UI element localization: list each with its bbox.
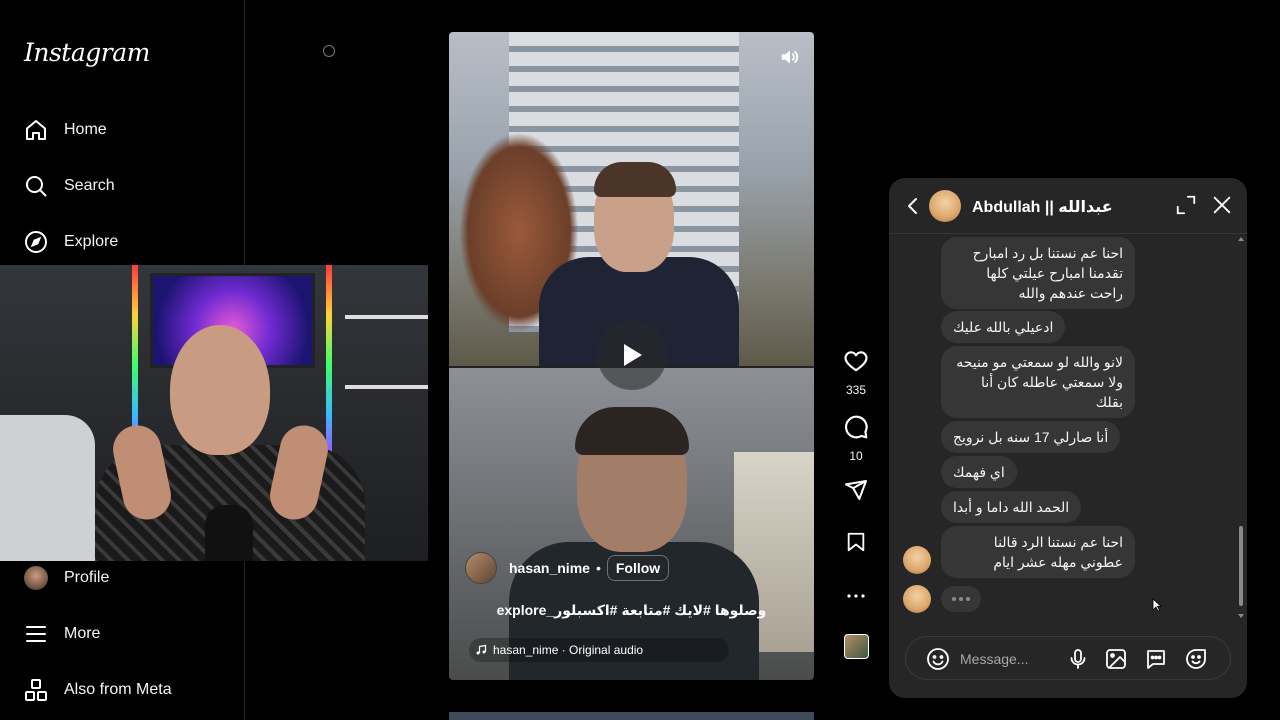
search-icon xyxy=(24,174,48,198)
chat-scrollbar[interactable] xyxy=(1238,236,1244,619)
webcam-overlay xyxy=(0,265,428,561)
scroll-up-icon[interactable] xyxy=(1238,236,1244,242)
sidebar-item-label: Home xyxy=(64,121,107,138)
like-button[interactable]: 335 xyxy=(838,348,874,397)
author-avatar[interactable] xyxy=(465,552,497,584)
comment-count: 10 xyxy=(849,449,863,463)
audio-label: hasan_nime · Original audio xyxy=(493,643,644,657)
typing-indicator xyxy=(941,586,981,612)
send-icon xyxy=(845,480,867,500)
message-list[interactable]: احنا عم نستنا بل رد امبارح تقدمنا امبارح… xyxy=(889,234,1247,619)
chat-bubble-icon xyxy=(1147,650,1165,669)
compass-icon xyxy=(24,230,48,254)
close-icon xyxy=(1213,196,1231,214)
sidebar-item-also-from-meta[interactable]: Also from Meta xyxy=(24,674,172,706)
author-username[interactable]: hasan_nime xyxy=(509,560,590,576)
message-bubble[interactable]: ادعيلي بالله عليك xyxy=(941,311,1066,343)
avatar xyxy=(24,566,48,590)
sidebar-item-search[interactable]: Search xyxy=(24,170,115,202)
message-bubble[interactable]: أنا صارلي 17 سنه بل نرويج xyxy=(941,421,1121,453)
home-icon xyxy=(24,118,48,142)
message-options-button[interactable] xyxy=(1144,647,1168,671)
follow-button[interactable]: Follow xyxy=(606,555,670,581)
message-bubble[interactable]: لانو والله لو سمعتي مو منيحه ولا سمعتي ع… xyxy=(941,346,1135,418)
message-bubble[interactable]: احنا عم نستنا بل رد امبارح تقدمنا امبارح… xyxy=(941,237,1135,309)
chevron-left-icon xyxy=(908,198,917,214)
sticker-icon xyxy=(1186,649,1206,669)
microphone-icon xyxy=(1070,649,1086,669)
share-button[interactable] xyxy=(838,478,874,507)
sidebar-item-label: More xyxy=(64,625,101,642)
bookmark-icon xyxy=(847,532,865,552)
chat-avatar[interactable] xyxy=(929,190,961,222)
emoji-icon xyxy=(927,648,949,670)
message-bubble[interactable]: اي فهمك xyxy=(941,456,1017,488)
music-note-icon xyxy=(476,644,487,655)
menu-icon xyxy=(24,622,48,646)
mouse-cursor-icon xyxy=(1152,598,1162,612)
play-button[interactable] xyxy=(597,320,667,390)
save-button[interactable] xyxy=(838,530,874,559)
chat-title[interactable]: Abdullah || عبدالله xyxy=(972,197,1113,217)
sidebar-item-label: Profile xyxy=(64,569,110,586)
emoji-button[interactable] xyxy=(926,647,950,671)
reel-caption[interactable]: وصلوها #لايك #متابعة #اكسبلور_explore xyxy=(449,602,814,619)
audio-thumbnail[interactable] xyxy=(844,634,869,659)
message-input[interactable] xyxy=(960,648,1070,670)
sidebar-item-label: Also from Meta xyxy=(64,681,172,698)
sidebar-item-profile[interactable]: Profile xyxy=(24,562,109,594)
message-bubble[interactable]: الحمد الله داما و أبدا xyxy=(941,491,1082,523)
sticker-button[interactable] xyxy=(1184,647,1208,671)
sidebar-item-more[interactable]: More xyxy=(24,618,100,650)
voice-message-button[interactable] xyxy=(1066,647,1090,671)
reel-video[interactable]: hasan_nime • Follow وصلوها #لايك #متابعة… xyxy=(449,32,814,680)
expand-button[interactable] xyxy=(1175,194,1197,216)
chat-panel: Abdullah || عبدالله احنا عم نستنا بل رد … xyxy=(889,178,1247,698)
meta-grid-icon xyxy=(24,678,48,702)
expand-icon xyxy=(1176,195,1196,215)
sidebar-item-home[interactable]: Home xyxy=(24,114,107,146)
message-composer xyxy=(905,636,1231,680)
image-icon xyxy=(1106,649,1126,669)
instagram-logo[interactable]: Instagram xyxy=(24,38,150,67)
like-count: 335 xyxy=(845,383,867,397)
sender-avatar[interactable] xyxy=(903,546,931,574)
message-bubble[interactable]: احنا عم نستنا الرد قالنا عطوني مهله عشر … xyxy=(941,526,1135,578)
next-reel-preview[interactable] xyxy=(449,712,814,720)
sidebar-item-explore[interactable]: Explore xyxy=(24,226,118,258)
separator-dot: • xyxy=(595,560,601,576)
sidebar-item-label: Explore xyxy=(64,233,119,250)
more-options-button[interactable] xyxy=(838,584,874,613)
loading-spinner-icon xyxy=(323,45,335,57)
comment-icon xyxy=(845,415,868,439)
volume-icon[interactable] xyxy=(779,46,801,68)
heart-icon xyxy=(844,351,868,372)
comment-button[interactable]: 10 xyxy=(838,414,874,463)
ellipsis-icon xyxy=(847,594,865,598)
scroll-down-icon[interactable] xyxy=(1238,613,1244,619)
scrollbar-thumb[interactable] xyxy=(1239,526,1243,606)
chat-header: Abdullah || عبدالله xyxy=(889,178,1247,234)
sidebar-item-label: Search xyxy=(64,177,115,194)
back-button[interactable] xyxy=(901,194,925,218)
play-icon xyxy=(624,344,642,366)
close-button[interactable] xyxy=(1211,194,1233,216)
sender-avatar[interactable] xyxy=(903,585,931,613)
attach-image-button[interactable] xyxy=(1104,647,1128,671)
reel-author: hasan_nime • Follow xyxy=(465,552,670,584)
original-audio-link[interactable]: hasan_nime · Original audio xyxy=(469,638,729,662)
